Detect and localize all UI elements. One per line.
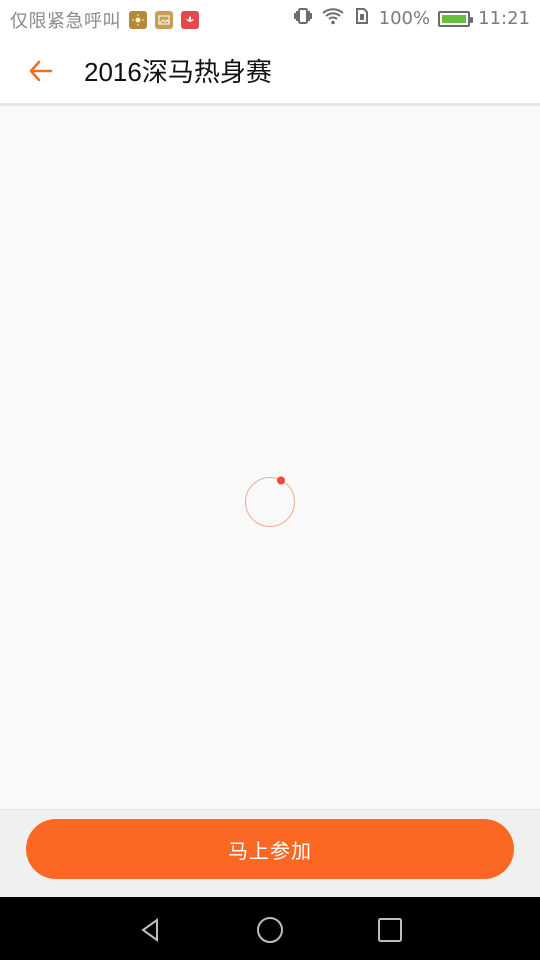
gallery-app-icon (155, 11, 173, 29)
android-nav-bar (0, 897, 540, 960)
carrier-text: 仅限紧急呼叫 (10, 11, 121, 32)
status-bar: 仅限紧急呼叫 100% 11:21 (0, 0, 540, 36)
arrow-left-icon (29, 60, 53, 82)
battery-fill (442, 14, 467, 23)
footer-bar: 马上参加 (0, 809, 540, 897)
vibrate-icon (293, 7, 313, 30)
status-left: 仅限紧急呼叫 (10, 7, 199, 33)
loading-spinner-icon (244, 476, 296, 528)
home-circle-icon[interactable] (252, 912, 288, 948)
page-title: 2016深马热身赛 (84, 57, 272, 87)
join-button[interactable]: 马上参加 (26, 819, 514, 879)
content-area (0, 109, 540, 809)
battery-percent: 100% (378, 8, 431, 29)
back-triangle-icon[interactable] (132, 912, 168, 948)
status-right: 100% 11:21 (293, 7, 530, 30)
time: 11:21 (478, 8, 530, 29)
sun-app-icon (129, 11, 147, 29)
wifi-icon (321, 7, 345, 30)
app-header: 2016深马热身赛 (0, 36, 540, 106)
back-button[interactable] (24, 54, 58, 88)
sim-icon (353, 7, 371, 30)
battery-icon (438, 10, 474, 27)
recent-square-icon[interactable] (372, 912, 408, 948)
huawei-app-icon (181, 11, 199, 29)
